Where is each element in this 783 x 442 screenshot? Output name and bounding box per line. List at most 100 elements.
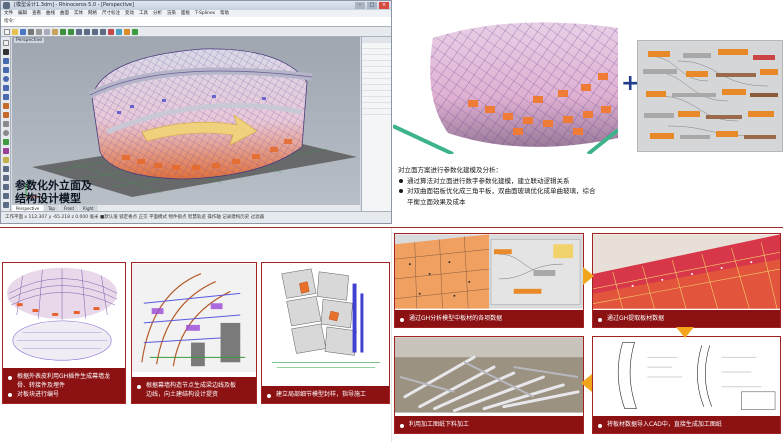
window-titlebar: [模型设计1.3dm] - Rhinoceros 5.0 - [Perspect… <box>1 1 391 10</box>
analysis-bullet: 通过算法对立面进行数字参数化建模，建立联动逻辑关系 <box>398 176 598 187</box>
left-toolbar <box>1 37 11 223</box>
process-card: 通过GH分析模型中板材的各项数据 <box>394 233 584 328</box>
menu-panels[interactable]: 面板 <box>181 10 190 17</box>
copy-object-icon[interactable] <box>3 175 9 181</box>
column-divider <box>391 228 392 442</box>
viewport-label[interactable]: Perspective <box>14 38 45 43</box>
circle-icon[interactable] <box>3 76 9 82</box>
card-caption: 根据外表皮利用GH插件生成幕墙龙 骨、转接件及埋件 对板块进行编号 <box>3 368 125 403</box>
caption-line: 边线，向土建结构设计提资 <box>146 391 219 398</box>
panel-row[interactable] <box>362 109 391 115</box>
properties-panel <box>361 37 391 212</box>
sphere-icon[interactable] <box>3 130 9 136</box>
caption-line: 结构设计模型 <box>15 192 81 205</box>
menu-tools[interactable]: 工具 <box>139 10 148 17</box>
zoom-extents-icon[interactable] <box>100 29 106 35</box>
paste-icon[interactable] <box>52 29 58 35</box>
rotate-icon[interactable] <box>3 184 9 190</box>
zoom-icon[interactable] <box>92 29 98 35</box>
gh-analysis-image <box>395 234 583 309</box>
main-toolbar <box>1 27 391 37</box>
menu-analyze[interactable]: 分析 <box>153 10 162 17</box>
caption-line: 骨、转接件及埋件 <box>17 382 66 389</box>
menu-file[interactable]: 文件 <box>4 10 13 17</box>
caption-line: 根据幕墙构造节点生成梁边线及板 <box>146 382 237 389</box>
menu-dimension[interactable]: 尺寸标注 <box>102 10 120 17</box>
gh-extract-image <box>593 234 780 309</box>
caption-line: 参数化外立面及 <box>15 179 92 192</box>
cad-drawing-image <box>593 337 780 413</box>
caption-line: 建立局部细节模型封样，指导施工 <box>276 391 367 398</box>
card-caption: 通过GH提取板材数据 <box>593 310 780 327</box>
flow-arrow-left-icon <box>581 374 592 392</box>
caption-line: 对板块进行编号 <box>8 390 120 399</box>
rhino-caption: 参数化外立面及 结构设计模型 <box>15 179 92 205</box>
save-icon[interactable] <box>20 29 26 35</box>
grasshopper-canvas-image <box>637 40 783 152</box>
new-file-icon[interactable] <box>4 29 10 35</box>
grasshopper-icon[interactable] <box>132 29 138 35</box>
structure-edge-image <box>132 263 256 373</box>
menu-bar: 文件 编辑 查看 曲线 曲面 实体 网格 尺寸标注 变动 工具 分析 渲染 面板… <box>1 10 391 17</box>
keel-model-image <box>3 263 125 363</box>
print-icon[interactable] <box>28 29 34 35</box>
mesh-icon[interactable] <box>3 139 9 145</box>
scale-icon[interactable] <box>3 193 9 199</box>
menu-solid[interactable]: 实体 <box>74 10 83 17</box>
menu-tsplines[interactable]: T-Splines <box>195 10 215 17</box>
menu-help[interactable]: 帮助 <box>220 10 229 17</box>
analysis-heading: 对立面方案进行参数化建模及分析： <box>398 166 502 174</box>
menu-curve[interactable]: 曲线 <box>46 10 55 17</box>
extrude-icon[interactable] <box>3 112 9 118</box>
menu-render[interactable]: 渲染 <box>167 10 176 17</box>
boolean-icon[interactable] <box>3 148 9 154</box>
process-card: 利用加工图纸下料加工 <box>394 336 584 434</box>
maximize-button[interactable]: □ <box>367 2 377 9</box>
bullet-dot <box>8 393 12 397</box>
undo-icon[interactable] <box>60 29 66 35</box>
flow-arrow-right-icon <box>583 267 594 285</box>
window-title: [模型设计1.3dm] - Rhinoceros 5.0 - [Perspect… <box>14 2 134 8</box>
menu-edit[interactable]: 编辑 <box>18 10 27 17</box>
rotate-view-icon[interactable] <box>84 29 90 35</box>
menu-surface[interactable]: 曲面 <box>60 10 69 17</box>
properties-icon[interactable] <box>116 29 122 35</box>
rhino-logo-icon <box>3 2 10 9</box>
rectangle-icon[interactable] <box>3 94 9 100</box>
point-icon[interactable] <box>3 49 9 55</box>
cut-icon[interactable] <box>36 29 42 35</box>
fabrication-photo <box>395 337 583 413</box>
card-caption: 利用加工图纸下料加工 <box>395 416 583 433</box>
polyline-icon[interactable] <box>3 58 9 64</box>
analysis-description: 对立面方案进行参数化建模及分析： 通过算法对立面进行数字参数化建模，建立联动逻辑… <box>398 165 598 207</box>
select-icon[interactable] <box>3 40 9 46</box>
minimize-button[interactable]: – <box>355 2 365 9</box>
move-icon[interactable] <box>3 166 9 172</box>
card-caption: 根据幕墙构造节点生成梁边线及板 边线，向土建结构设计提资 <box>132 377 256 403</box>
process-card: 将板材数据导入CAD中，直接生成加工图纸 <box>592 336 781 434</box>
mirror-icon[interactable] <box>3 202 9 208</box>
open-file-icon[interactable] <box>12 29 18 35</box>
layer-icon[interactable] <box>108 29 114 35</box>
process-card: 根据外表皮利用GH插件生成幕墙龙 骨、转接件及埋件 对板块进行编号 <box>2 262 126 404</box>
close-button[interactable]: × <box>379 2 389 9</box>
caption-line: 根据外表皮利用GH插件生成幕墙龙 <box>17 373 111 380</box>
fillet-icon[interactable] <box>3 157 9 163</box>
menu-transform[interactable]: 变动 <box>125 10 134 17</box>
process-card: 建立局部细节模型封样，指导施工 <box>261 262 390 404</box>
copy-icon[interactable] <box>44 29 50 35</box>
box-icon[interactable] <box>3 121 9 127</box>
facade-render-image <box>393 18 618 154</box>
curve-icon[interactable] <box>3 67 9 73</box>
redo-icon[interactable] <box>68 29 74 35</box>
pan-icon[interactable] <box>76 29 82 35</box>
render-icon[interactable] <box>124 29 130 35</box>
status-bar: 工作平面 x 112.307 y -65.218 z 0.000 毫米 ■默认值… <box>1 211 391 223</box>
surface-icon[interactable] <box>3 103 9 109</box>
menu-view[interactable]: 查看 <box>32 10 41 17</box>
arc-icon[interactable] <box>3 85 9 91</box>
menu-mesh[interactable]: 网格 <box>88 10 97 17</box>
flow-arrow-down-icon <box>676 327 694 338</box>
card-caption: 通过GH分析模型中板材的各项数据 <box>395 310 583 327</box>
command-line[interactable]: 指令: <box>1 17 391 27</box>
